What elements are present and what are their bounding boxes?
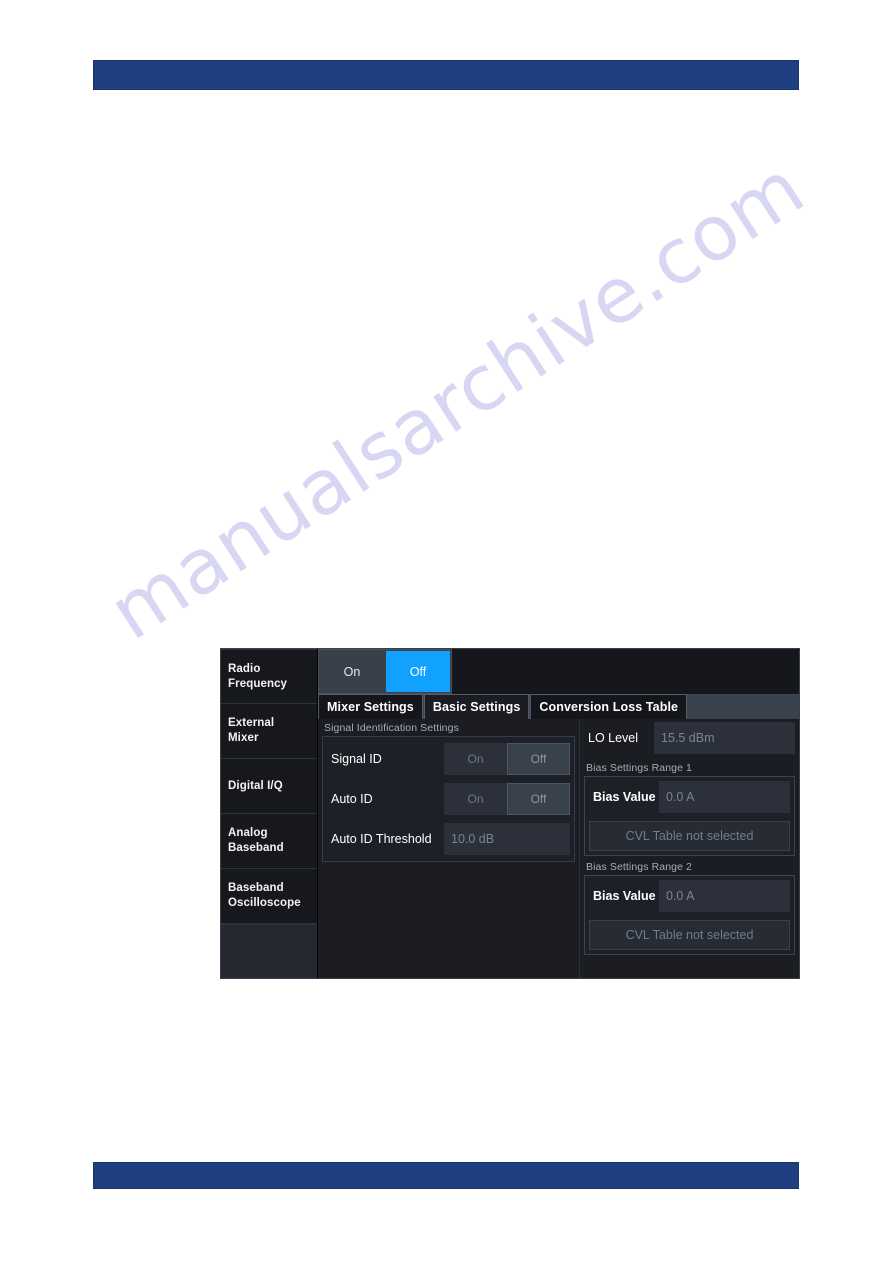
sidebar-item-external-mixer[interactable]: External Mixer xyxy=(221,704,317,759)
auto-id-threshold-row: Auto ID Threshold 10.0 dB xyxy=(327,823,570,855)
settings-panes: Signal Identification Settings Signal ID… xyxy=(318,719,799,978)
bias-range-1-cvl-table-button[interactable]: CVL Table not selected xyxy=(589,821,790,851)
lo-level-input[interactable]: 15.5 dBm xyxy=(654,722,795,754)
bias-range-2-cvl-table-button[interactable]: CVL Table not selected xyxy=(589,920,790,950)
sidebar-item-digital-iq[interactable]: Digital I/Q xyxy=(221,759,317,814)
sidebar-item-baseband-oscilloscope[interactable]: Baseband Oscilloscope xyxy=(221,869,317,924)
tab-strip: Mixer Settings Basic Settings Conversion… xyxy=(318,694,799,719)
signal-identification-pane: Signal Identification Settings Signal ID… xyxy=(318,719,580,978)
tab-conversion-loss-table[interactable]: Conversion Loss Table xyxy=(530,694,688,719)
sidebar-item-label: Frequency xyxy=(228,677,288,690)
lo-level-label: LO Level xyxy=(588,731,639,745)
mixer-bias-pane: LO Level 15.5 dBm Bias Settings Range 1 … xyxy=(580,719,799,978)
bias-range-1-caption: Bias Settings Range 1 xyxy=(586,762,692,774)
bias-range-2-value-input[interactable]: 0.0 A xyxy=(659,880,790,912)
sidebar-item-label: Baseband xyxy=(228,842,284,854)
page-footer-bar xyxy=(93,1162,799,1189)
auto-id-threshold-label: Auto ID Threshold xyxy=(331,832,432,846)
state-toggle-off-option[interactable]: Off xyxy=(384,650,451,693)
signal-id-row: Signal ID On Off xyxy=(327,743,570,775)
bias-range-1-value-row: Bias Value 0.0 A xyxy=(589,781,790,813)
state-toggle-on-option[interactable]: On xyxy=(319,650,385,693)
sidebar-item-label: Oscilloscope xyxy=(228,897,301,909)
auto-id-off-option[interactable]: Off xyxy=(507,783,570,815)
page-watermark: manualsarchive.com xyxy=(93,142,820,657)
sidebar-item-label: Baseband xyxy=(228,882,284,895)
bias-range-1-value-input[interactable]: 0.0 A xyxy=(659,781,790,813)
tab-mixer-settings[interactable]: Mixer Settings xyxy=(318,694,423,719)
tab-basic-settings[interactable]: Basic Settings xyxy=(423,694,530,719)
bias-range-1-value-label: Bias Value xyxy=(593,790,656,804)
sidebar-item-analog-baseband[interactable]: Analog Baseband xyxy=(221,814,317,869)
signal-id-on-option[interactable]: On xyxy=(444,743,507,775)
auto-id-row: Auto ID On Off xyxy=(327,783,570,815)
auto-id-label: Auto ID xyxy=(331,792,373,806)
dialog-content: On Off Mixer Settings Basic Settings Con… xyxy=(318,649,799,978)
signal-id-label: Signal ID xyxy=(331,752,382,766)
bias-range-2-value-label: Bias Value xyxy=(593,889,656,903)
bias-range-2-caption: Bias Settings Range 2 xyxy=(586,861,692,873)
bias-range-2-group: Bias Value 0.0 A CVL Table not selected xyxy=(584,875,795,955)
bias-range-2-value-row: Bias Value 0.0 A xyxy=(589,880,790,912)
auto-id-threshold-input[interactable]: 10.0 dB xyxy=(444,823,570,855)
sidebar-item-label: Analog xyxy=(228,827,268,840)
sidebar-item-radio-frequency[interactable]: Radio Frequency xyxy=(221,649,317,704)
sidebar-item-label: Mixer xyxy=(228,732,259,744)
sidebar-item-label: Radio xyxy=(228,662,261,675)
lo-level-row: LO Level 15.5 dBm xyxy=(584,722,795,754)
auto-id-on-option[interactable]: On xyxy=(444,783,507,815)
sidebar-item-label: Digital I/Q xyxy=(228,779,283,792)
input-source-nav: Radio Frequency External Mixer Digital I… xyxy=(221,649,318,978)
sidebar-item-label: External xyxy=(228,717,275,730)
signal-identification-caption: Signal Identification Settings xyxy=(324,722,459,734)
signal-id-off-option[interactable]: Off xyxy=(507,743,570,775)
tab-strip-filler xyxy=(687,694,799,719)
bias-range-1-group: Bias Value 0.0 A CVL Table not selected xyxy=(584,776,795,856)
external-mixer-state-toggle[interactable]: On Off xyxy=(318,649,452,694)
sidebar-empty-area xyxy=(221,924,317,978)
external-mixer-dialog: Radio Frequency External Mixer Digital I… xyxy=(220,648,800,979)
auto-id-toggle[interactable]: On Off xyxy=(444,783,570,815)
state-bar: On Off xyxy=(318,649,799,694)
signal-id-toggle[interactable]: On Off xyxy=(444,743,570,775)
page-header-bar xyxy=(93,60,799,90)
signal-identification-group: Signal ID On Off Auto ID On Off Auto ID … xyxy=(322,736,575,862)
